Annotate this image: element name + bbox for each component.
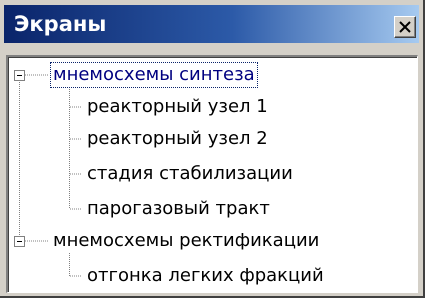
close-icon <box>399 21 411 33</box>
tree-collapse-toggle[interactable] <box>14 70 25 81</box>
tree-node-label: реакторный узел 1 <box>87 96 268 117</box>
tree-node-stabilization[interactable]: стадия стабилизации <box>84 161 296 187</box>
window-title: Экраны <box>14 12 107 36</box>
close-button[interactable] <box>394 16 416 38</box>
tree-collapse-toggle[interactable] <box>14 236 25 247</box>
tree-node-label: отгонка легких фракций <box>87 265 324 286</box>
screens-tree[interactable]: мнемосхемы синтеза реакторный узел 1 реа… <box>6 55 418 293</box>
screens-window: Экраны мнемосхемы синтеза реакторный узе… <box>0 0 425 298</box>
title-bar[interactable]: Экраны <box>4 5 419 43</box>
tree-node-vapor-gas-path[interactable]: парогазовый тракт <box>84 196 273 222</box>
tree-node-light-fractions[interactable]: отгонка легких фракций <box>84 263 327 289</box>
tree-node-label: мнемосхемы синтеза <box>50 62 258 88</box>
tree-node-rectification[interactable]: мнемосхемы ректификации <box>50 228 322 254</box>
tree-node-label: парогазовый тракт <box>87 198 270 219</box>
tree-node-reactor-1[interactable]: реакторный узел 1 <box>84 94 271 120</box>
tree-node-label: мнемосхемы ректификации <box>53 230 320 251</box>
tree-node-label: реакторный узел 2 <box>87 128 268 149</box>
tree-node-reactor-2[interactable]: реакторный узел 2 <box>84 126 271 152</box>
tree-node-label: стадия стабилизации <box>87 163 293 184</box>
tree-node-synthesis[interactable]: мнемосхемы синтеза <box>50 62 258 88</box>
